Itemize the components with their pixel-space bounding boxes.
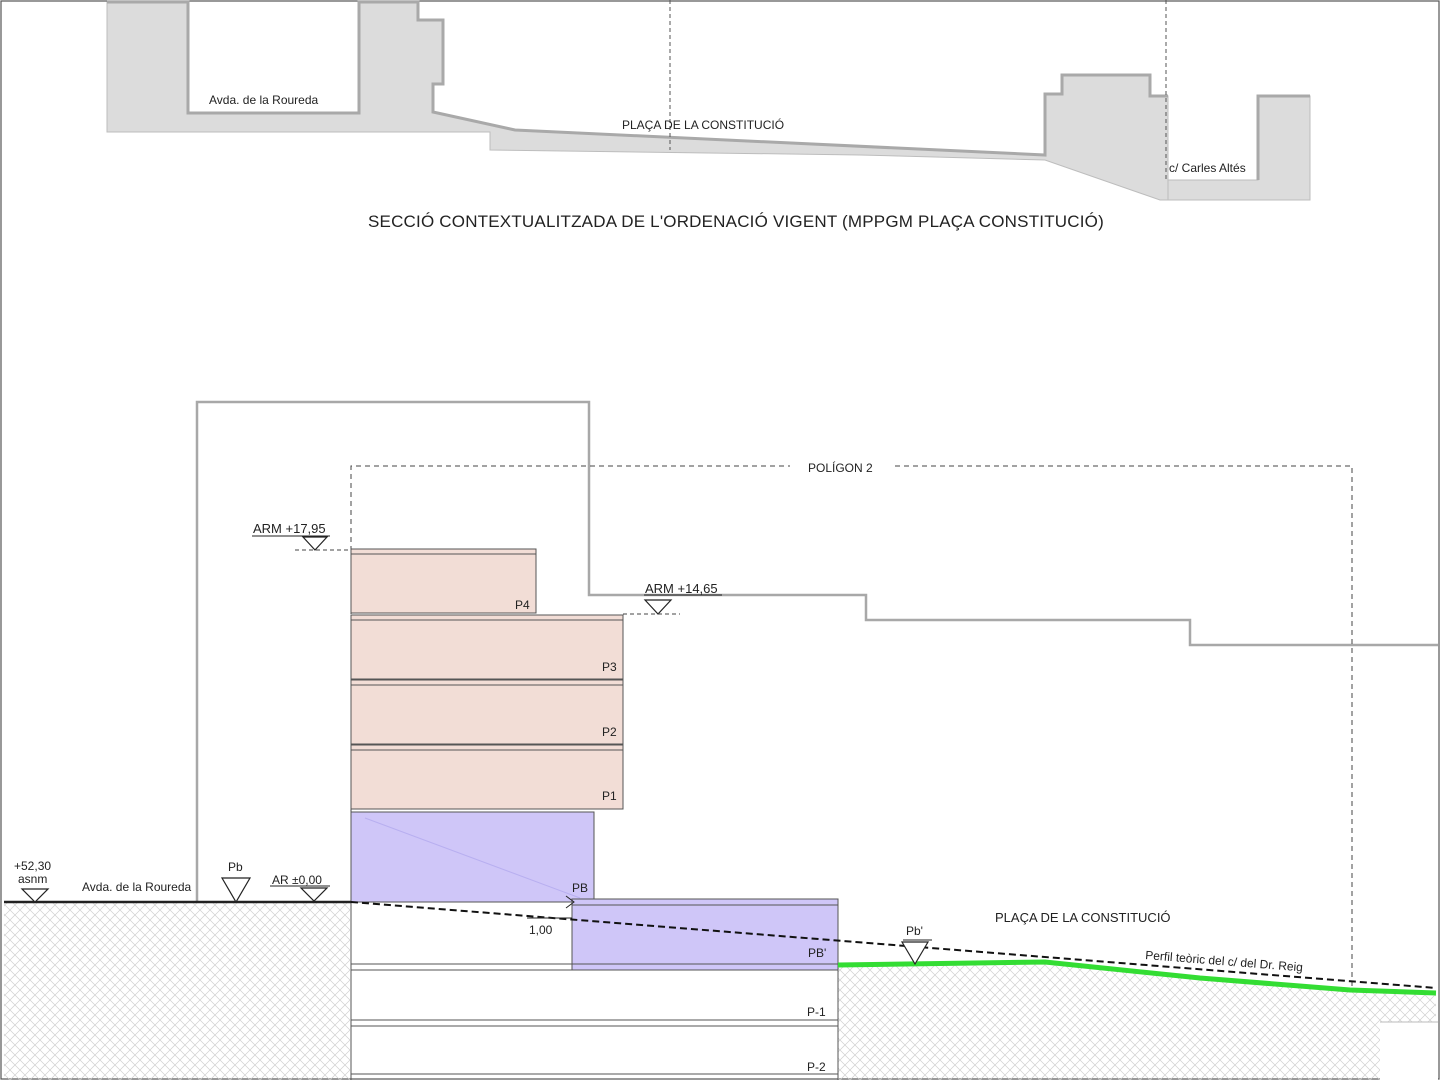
arm-high-marker: [301, 536, 329, 551]
top-plaza-label: PLAÇA DE LA CONSTITUCIÓ: [622, 117, 784, 132]
floor-pb-prime-label: PB': [808, 946, 826, 960]
top-street-left-label: Avda. de la Roureda: [209, 93, 319, 107]
street-left-label: Avda. de la Roureda: [82, 880, 192, 894]
ground-hatch-right: [838, 962, 1436, 1080]
context-terrain-right: [1167, 95, 1311, 201]
arm-mid-label: ARM +14,65: [645, 581, 718, 596]
floor-p-minus1: [350, 969, 839, 1021]
floor-p2: [350, 679, 624, 745]
altitude-unit-label: asnm: [18, 872, 47, 886]
pb-marker: [220, 877, 252, 904]
floor-p3: [350, 614, 624, 680]
floor-pb-prime: [571, 898, 839, 971]
altitude-value-label: +52,30: [14, 859, 51, 873]
section-title: SECCIÓ CONTEXTUALITZADA DE L'ORDENACIÓ V…: [368, 212, 1104, 231]
floor-p4: [350, 548, 537, 614]
floor-p-minus1-label: P-1: [807, 1005, 826, 1019]
plaza-label: PLAÇA DE LA CONSTITUCIÓ: [995, 910, 1171, 925]
floor-p1: [350, 744, 624, 810]
step-dimension-label: 1,00: [529, 923, 553, 937]
main-section: POLÍGON 2 ARM +17,95 ARM +14,65 P4 P3 P2…: [4, 400, 1438, 1080]
floor-pb-label: PB: [572, 881, 588, 895]
ar-level-label: AR ±0,00: [272, 873, 322, 887]
ground-white-notch: [1380, 1022, 1438, 1080]
floor-p-minus2: [350, 1025, 839, 1075]
arm-mid-marker: [643, 599, 673, 615]
altitude-marker: [20, 888, 50, 903]
top-street-right-label: c/ Carles Altés: [1169, 161, 1246, 175]
ground-hatch-left: [4, 902, 350, 1080]
floor-p4-label: P4: [515, 598, 530, 612]
pb-prime-marker-label: Pb': [906, 924, 923, 938]
floor-p-minus2-label: P-2: [807, 1060, 826, 1074]
arm-high-label: ARM +17,95: [253, 521, 326, 536]
ar-marker: [299, 887, 329, 902]
top-context-section: Avda. de la Roureda PLAÇA DE LA CONSTITU…: [106, 0, 1311, 231]
floor-p2-label: P2: [602, 725, 617, 739]
floor-p3-label: P3: [602, 660, 617, 674]
section-drawing: Avda. de la Roureda PLAÇA DE LA CONSTITU…: [0, 0, 1440, 1080]
pb-marker-label: Pb: [228, 860, 243, 874]
polygon-label: POLÍGON 2: [808, 460, 873, 475]
floor-pb: [350, 811, 595, 903]
floor-p1-label: P1: [602, 789, 617, 803]
pb-prime-marker: [900, 941, 930, 966]
